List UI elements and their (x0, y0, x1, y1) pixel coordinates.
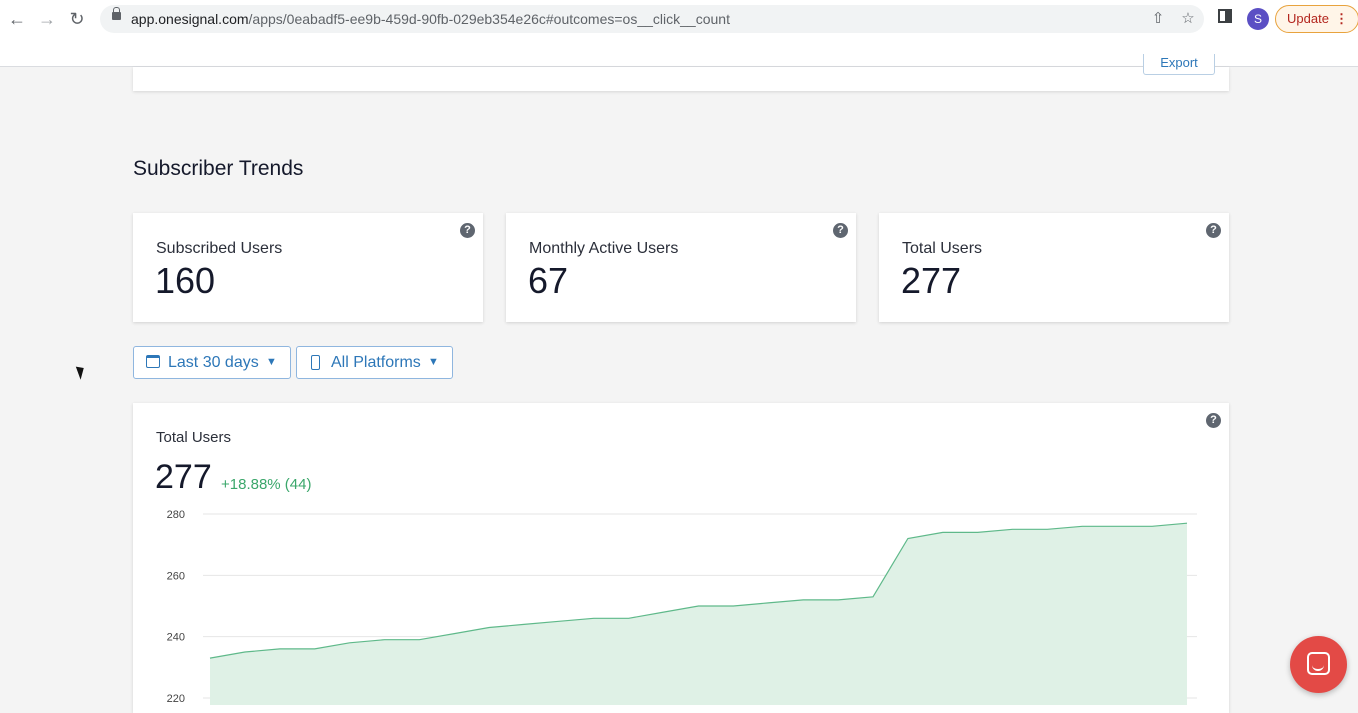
reload-icon[interactable]: ↻ (66, 8, 88, 30)
help-icon[interactable]: ? (1206, 223, 1221, 238)
stat-label: Monthly Active Users (529, 240, 679, 257)
forward-arrow-icon[interactable]: → (36, 8, 58, 30)
mobile-device-icon (311, 355, 320, 370)
address-bar[interactable]: app.onesignal.com/apps/0eabadf5-ee9b-459… (100, 5, 1204, 33)
stat-card-monthly-active-users: Monthly Active Users 67 ? (506, 213, 856, 322)
mouse-cursor (75, 364, 88, 380)
stat-label: Total Users (902, 240, 983, 257)
caret-down-icon: ▼ (266, 356, 277, 368)
platform-dropdown[interactable]: All Platforms ▼ (296, 346, 453, 379)
section-title: Subscriber Trends (133, 157, 304, 180)
caret-down-icon: ▼ (428, 356, 439, 368)
lock-icon (112, 7, 121, 20)
update-button[interactable]: Update ⋮ (1275, 5, 1358, 33)
total-users-chart-card: Total Users 277 +18.88% (44) ? 220 240 260… (133, 403, 1229, 713)
calendar-icon (146, 355, 160, 368)
stat-value: 277 (901, 260, 962, 301)
stat-card-subscribed-users: Subscribed Users 160 ? (133, 213, 483, 322)
help-icon[interactable]: ? (460, 223, 475, 238)
y-tick-label: 220 (167, 693, 185, 705)
previous-section-card (133, 67, 1229, 91)
browser-toolbar: ← → ↻ app.onesignal.com/apps/0eabadf5-ee… (0, 0, 1358, 38)
stat-value: 67 (528, 260, 569, 301)
chat-launcher-button[interactable] (1290, 636, 1347, 693)
share-icon[interactable]: ⇧ (1148, 9, 1168, 29)
chart-area-fill (210, 523, 1187, 705)
back-arrow-icon[interactable]: ← (6, 8, 28, 30)
stat-card-total-users: Total Users 277 ? (879, 213, 1229, 322)
profile-avatar[interactable]: S (1247, 8, 1269, 30)
chat-icon (1307, 652, 1330, 675)
total-users-chart: 220 240 260 280 (167, 509, 1197, 705)
date-range-label: Last 30 days (168, 354, 259, 371)
platform-label: All Platforms (331, 354, 421, 371)
stat-label: Subscribed Users (156, 240, 283, 257)
y-tick-label: 240 (167, 632, 185, 644)
y-tick-label: 260 (167, 570, 185, 582)
help-icon[interactable]: ? (833, 223, 848, 238)
y-axis-ticks: 220 240 260 280 (167, 509, 185, 705)
y-tick-label: 280 (167, 509, 185, 521)
export-button[interactable]: Export (1143, 54, 1215, 75)
more-icon: ⋮ (1335, 11, 1348, 26)
stat-value: 160 (155, 260, 216, 301)
star-icon[interactable]: ☆ (1178, 9, 1198, 29)
url-text[interactable]: app.onesignal.com/apps/0eabadf5-ee9b-459… (131, 11, 730, 27)
side-panel-icon[interactable] (1218, 9, 1232, 23)
date-range-dropdown[interactable]: Last 30 days ▼ (133, 346, 291, 379)
